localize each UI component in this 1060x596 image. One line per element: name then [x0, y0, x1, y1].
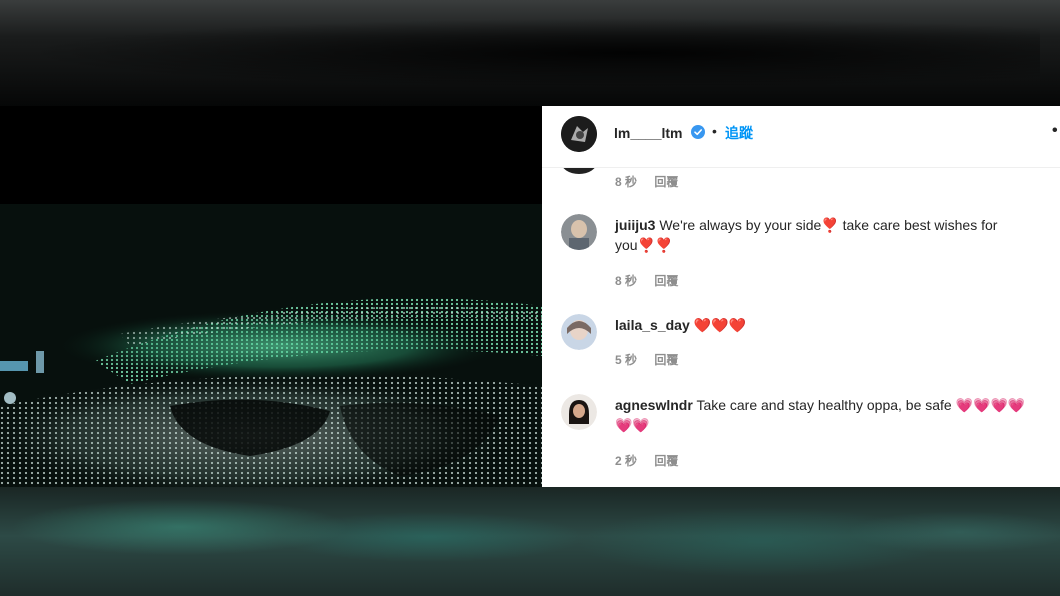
reply-button[interactable]: 回覆: [654, 274, 678, 288]
commenter-username[interactable]: juiiju3: [615, 217, 655, 233]
comment-body: We're always by your side❣️ take care be…: [615, 217, 998, 253]
comment-body: ❤️❤️❤️: [693, 317, 746, 333]
reply-button[interactable]: 回覆: [654, 175, 678, 189]
account-username[interactable]: lm____ltm: [614, 125, 682, 141]
follow-button[interactable]: 追蹤: [725, 123, 753, 143]
comment-meta: 8 秒 回覆: [615, 173, 678, 190]
more-options-icon[interactable]: •: [1052, 122, 1058, 140]
comment-text: laila_s_day ❤️❤️❤️: [615, 315, 1035, 335]
reply-button[interactable]: 回覆: [654, 454, 678, 468]
verified-badge-icon: [691, 125, 705, 139]
reply-button[interactable]: 回覆: [654, 353, 678, 367]
comment-meta: 8 秒 回覆: [615, 272, 678, 289]
avatar-image: [561, 214, 597, 250]
comment-time: 8 秒: [615, 175, 638, 189]
avatar-image: [561, 314, 597, 350]
blurred-backdrop-bottom: [0, 487, 1060, 596]
comments-panel: lm____ltm • 追蹤 • 8 秒 回覆 juiiju3 We're al…: [542, 106, 1060, 487]
account-avatar[interactable]: [561, 116, 597, 152]
header-separator: •: [712, 123, 717, 139]
comment-time: 5 秒: [615, 353, 638, 367]
avatar-image: [561, 116, 597, 152]
commenter-avatar[interactable]: [561, 394, 597, 430]
comment-meta: 2 秒 回覆: [615, 452, 678, 469]
blurred-backdrop-top: [0, 0, 1060, 106]
commenter-username[interactable]: agneswlndr: [615, 397, 693, 413]
commenter-avatar[interactable]: [561, 214, 597, 250]
comment-time: 2 秒: [615, 454, 638, 468]
commenter-username[interactable]: laila_s_day: [615, 317, 690, 333]
post-photo: [0, 106, 542, 487]
comment-text: agneswlndr Take care and stay healthy op…: [615, 395, 1035, 435]
commenter-avatar[interactable]: [561, 314, 597, 350]
comment-time: 8 秒: [615, 274, 638, 288]
comment-text: juiiju3 We're always by your side❣️ take…: [615, 215, 1035, 255]
avatar-image: [561, 394, 597, 430]
comment-meta: 5 秒 回覆: [615, 351, 678, 368]
post-header: lm____ltm • 追蹤 •: [542, 106, 1060, 168]
stadium-lightsticks-image: [0, 106, 542, 487]
